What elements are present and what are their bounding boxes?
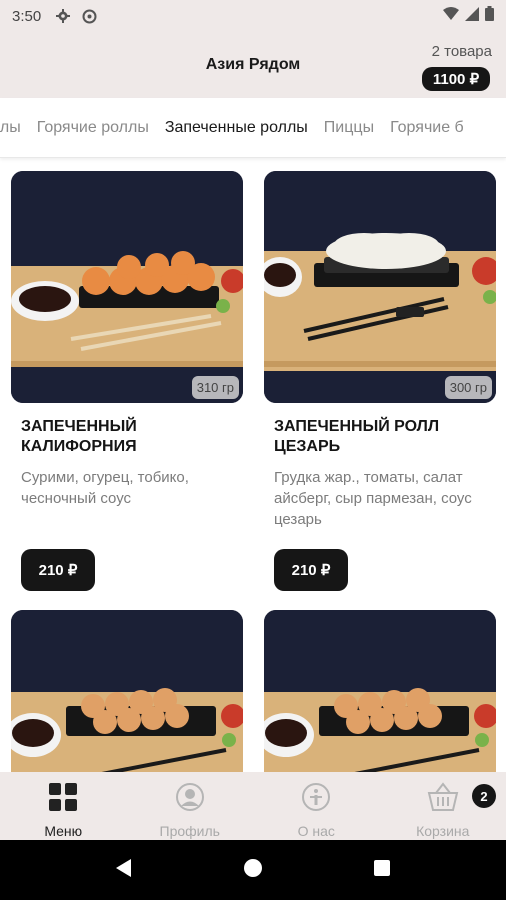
nav-label: Корзина bbox=[416, 823, 470, 839]
nav-label: Профиль bbox=[159, 823, 220, 839]
category-tabs-track: оллы Горячие роллы Запеченные роллы Пицц… bbox=[0, 98, 480, 157]
basket-icon bbox=[427, 782, 459, 817]
product-price-button[interactable]: 210 ₽ bbox=[21, 549, 95, 591]
status-bar: 3:50 bbox=[0, 0, 506, 32]
nav-label: О нас bbox=[297, 823, 335, 839]
home-icon[interactable] bbox=[243, 858, 263, 883]
category-tabs: оллы Горячие роллы Запеченные роллы Пицц… bbox=[0, 98, 506, 158]
product-grid: 310 гр Запеченный Калифорния Сурими, огу… bbox=[0, 158, 506, 772]
product-weight: 300 гр bbox=[444, 376, 492, 399]
product-weight: 310 гр bbox=[191, 376, 239, 399]
cell-signal-icon bbox=[465, 6, 479, 26]
wifi-icon bbox=[443, 6, 459, 26]
grid-icon bbox=[48, 782, 78, 817]
nav-about[interactable]: О нас bbox=[253, 772, 380, 840]
tab-pizza[interactable]: Пиццы bbox=[324, 119, 374, 137]
tab-rolls[interactable]: оллы bbox=[0, 119, 21, 137]
nav-profile[interactable]: Профиль bbox=[127, 772, 254, 840]
recents-icon[interactable] bbox=[373, 859, 391, 882]
product-image[interactable]: 310 гр bbox=[11, 171, 243, 403]
tab-hot-rolls[interactable]: Горячие роллы bbox=[37, 119, 149, 137]
nav-cart[interactable]: Корзина 2 bbox=[380, 772, 506, 840]
product-image[interactable] bbox=[11, 610, 243, 772]
product-image[interactable] bbox=[264, 610, 496, 772]
tab-baked-rolls[interactable]: Запеченные роллы bbox=[165, 119, 308, 137]
app-header: Азия Рядом 2 товара 1100 ₽ bbox=[0, 32, 506, 98]
battery-icon bbox=[485, 6, 494, 26]
nav-label: Меню bbox=[44, 823, 83, 839]
settings-icon bbox=[55, 8, 71, 24]
product-card[interactable]: 300 гр Запеченный ролл Цезарь Грудка жар… bbox=[264, 171, 496, 591]
product-name: Запеченный Калифорния bbox=[21, 418, 137, 455]
product-card[interactable]: 310 гр Запеченный Калифорния Сурими, огу… bbox=[11, 171, 243, 591]
cart-item-count[interactable]: 2 товара bbox=[432, 43, 492, 60]
tab-hot-dishes[interactable]: Горячие б bbox=[390, 119, 464, 137]
product-price-button[interactable]: 210 ₽ bbox=[274, 549, 348, 591]
product-card[interactable] bbox=[264, 610, 496, 772]
product-card[interactable] bbox=[11, 610, 243, 772]
product-description: Грудка жар., томаты, салат айсберг, сыр … bbox=[274, 469, 472, 528]
info-icon bbox=[301, 782, 331, 817]
product-description: Сурими, огурец, тобико, чесночный соус bbox=[21, 469, 189, 507]
cart-badge: 2 bbox=[472, 784, 496, 808]
sync-icon bbox=[81, 8, 97, 24]
product-name: Запеченный ролл Цезарь bbox=[274, 418, 440, 455]
status-time: 3:50 bbox=[12, 7, 42, 25]
nav-menu[interactable]: Меню bbox=[0, 772, 127, 840]
bottom-navigation: Меню Профиль О нас Корзина 2 bbox=[0, 772, 506, 840]
system-navigation-bar bbox=[0, 840, 506, 900]
product-image[interactable]: 300 гр bbox=[264, 171, 496, 403]
profile-icon bbox=[175, 782, 205, 817]
back-icon[interactable] bbox=[115, 858, 133, 883]
cart-total-badge[interactable]: 1100 ₽ bbox=[422, 67, 490, 91]
